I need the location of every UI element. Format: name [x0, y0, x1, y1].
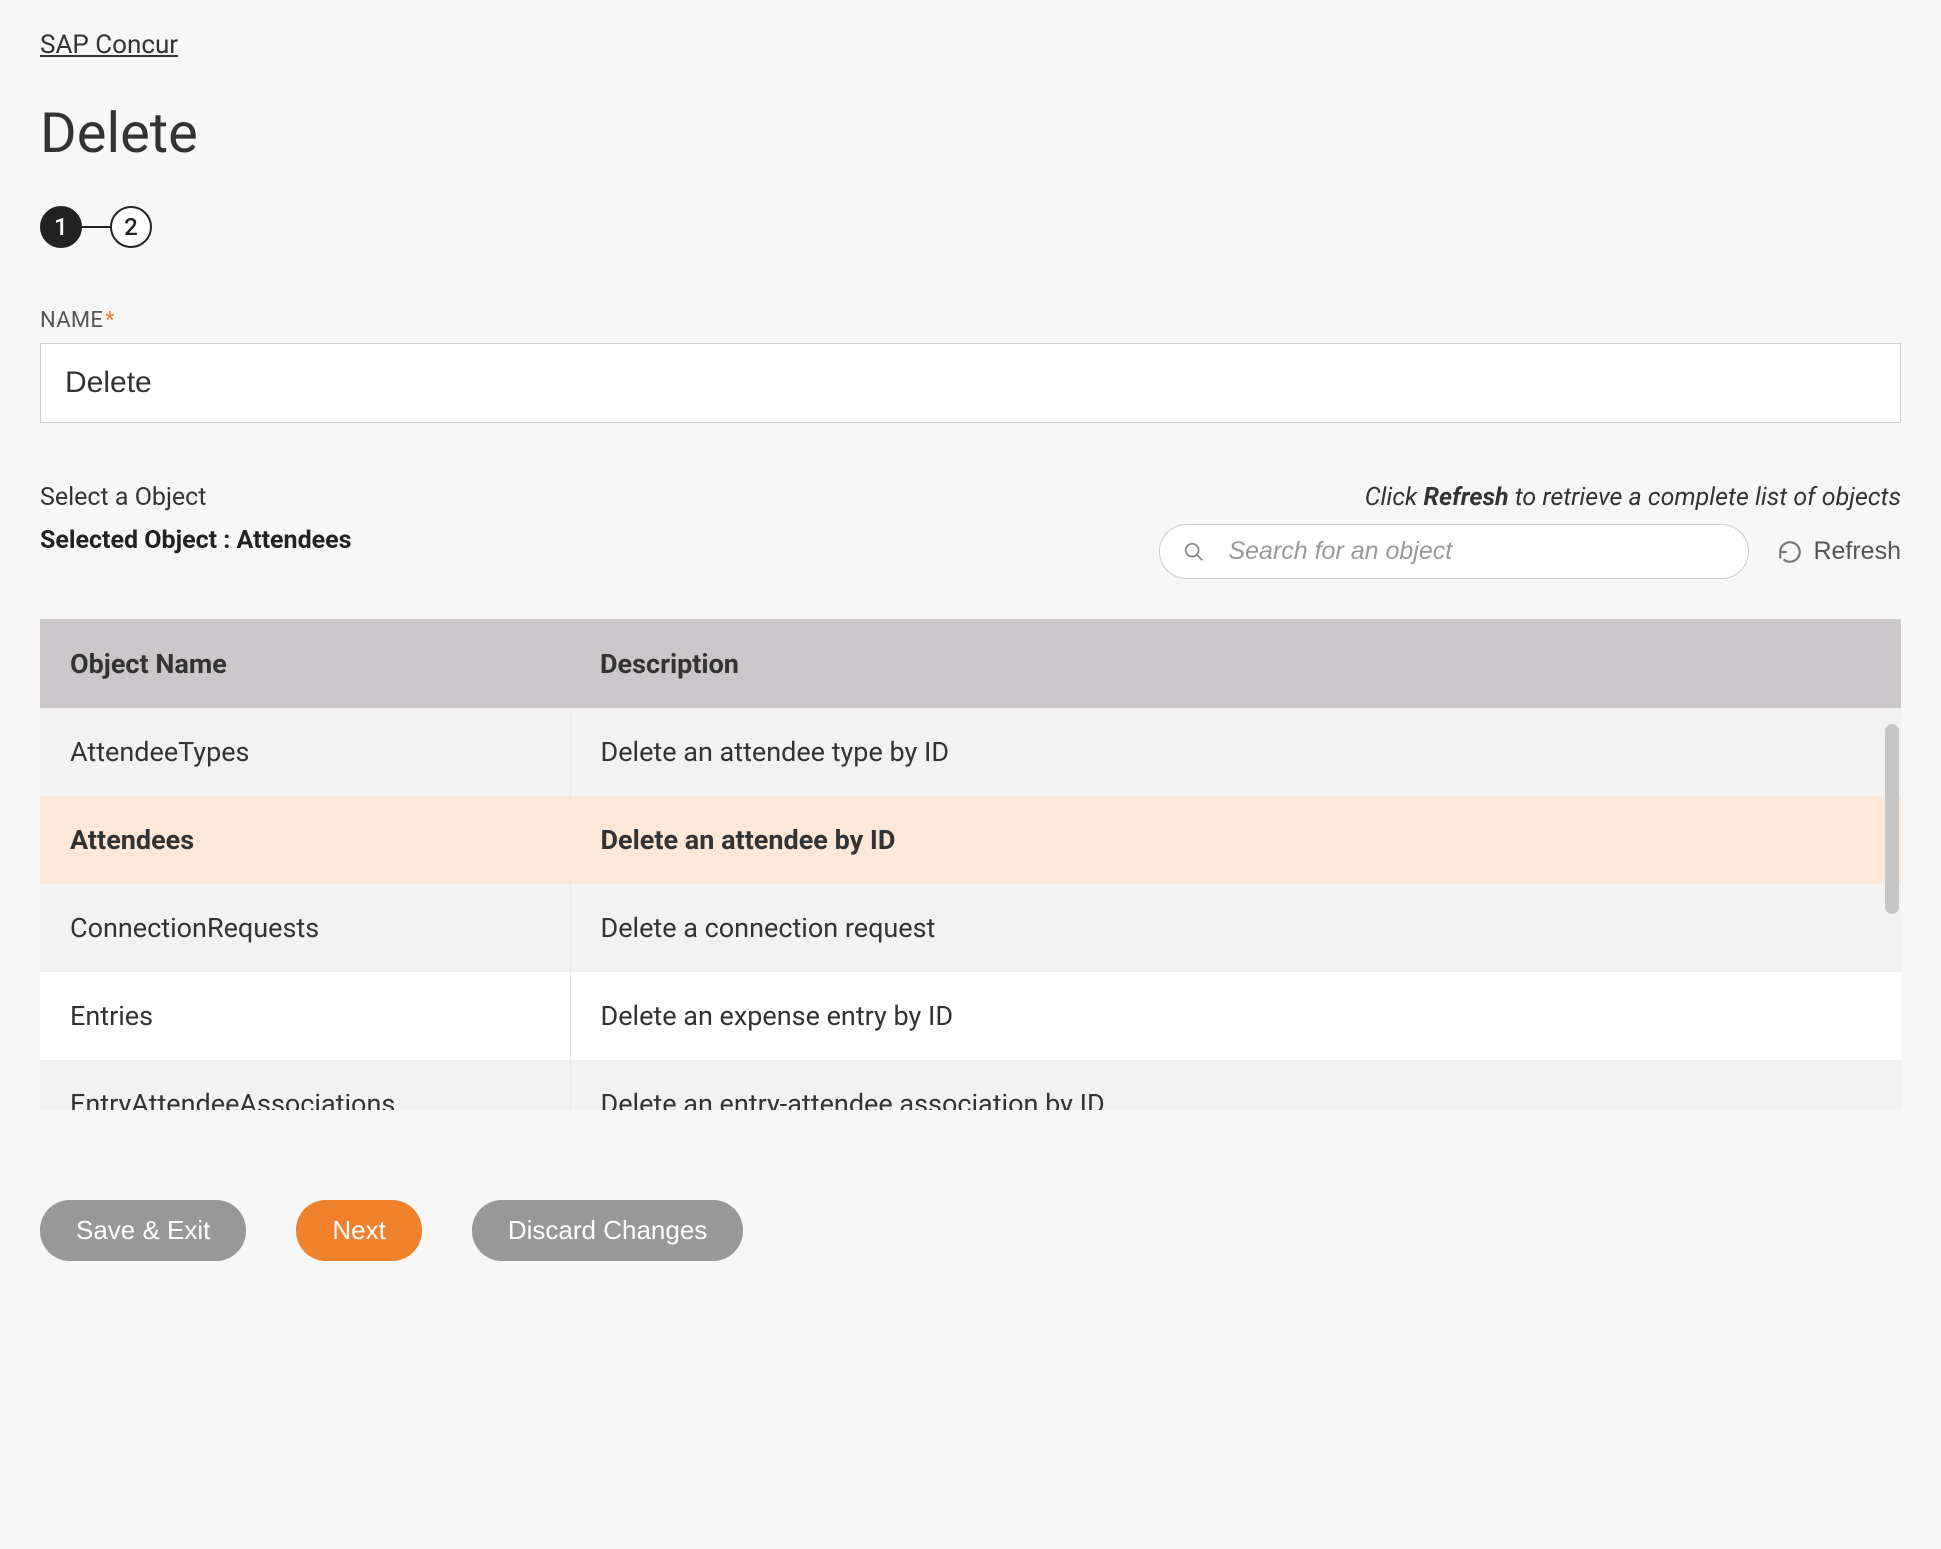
save-exit-button[interactable]: Save & Exit — [40, 1200, 246, 1261]
refresh-hint-bold: Refresh — [1423, 483, 1508, 512]
table-cell-description: Delete a connection request — [570, 884, 1901, 972]
search-wrapper — [1159, 524, 1749, 579]
object-table-wrap: Object Name Description AttendeeTypesDel… — [40, 619, 1901, 1110]
discard-button[interactable]: Discard Changes — [472, 1200, 743, 1261]
step-2[interactable]: 2 — [110, 206, 152, 248]
refresh-button[interactable]: Refresh — [1777, 537, 1901, 566]
table-row[interactable]: EntryAttendeeAssociationsDelete an entry… — [40, 1060, 1901, 1110]
table-header-description: Description — [570, 620, 1901, 708]
refresh-hint: Click Refresh to retrieve a complete lis… — [1159, 483, 1901, 512]
selected-object-value: Attendees — [237, 526, 352, 555]
name-input[interactable] — [40, 343, 1901, 423]
required-asterisk: * — [105, 308, 115, 333]
step-1[interactable]: 1 — [40, 206, 82, 248]
table-row[interactable]: AttendeeTypesDelete an attendee type by … — [40, 708, 1901, 796]
selected-object-display: Selected Object : Attendees — [40, 526, 352, 555]
table-cell-name: ConnectionRequests — [40, 884, 570, 972]
table-cell-name: EntryAttendeeAssociations — [40, 1060, 570, 1110]
selected-object-prefix: Selected Object : — [40, 526, 237, 555]
table-row[interactable]: ConnectionRequestsDelete a connection re… — [40, 884, 1901, 972]
table-cell-description: Delete an expense entry by ID — [570, 972, 1901, 1060]
refresh-hint-post: to retrieve a complete list of objects — [1509, 483, 1901, 512]
page-title: Delete — [40, 100, 1901, 166]
table-cell-description: Delete an attendee by ID — [570, 796, 1901, 884]
table-row[interactable]: EntriesDelete an expense entry by ID — [40, 972, 1901, 1060]
name-field-label: NAME* — [40, 308, 1901, 333]
scrollbar-thumb[interactable] — [1885, 724, 1899, 914]
refresh-button-label: Refresh — [1813, 537, 1901, 566]
select-object-label: Select a Object — [40, 483, 352, 512]
breadcrumb-sap-concur[interactable]: SAP Concur — [40, 30, 178, 60]
object-table-scroll[interactable]: Object Name Description AttendeeTypesDel… — [40, 620, 1901, 1110]
name-label-text: NAME — [40, 308, 103, 333]
table-cell-name: AttendeeTypes — [40, 708, 570, 796]
object-table: Object Name Description AttendeeTypesDel… — [40, 620, 1901, 1110]
next-button[interactable]: Next — [296, 1200, 421, 1261]
table-cell-description: Delete an entry-attendee association by … — [570, 1060, 1901, 1110]
footer-buttons: Save & Exit Next Discard Changes — [40, 1200, 1901, 1261]
table-cell-name: Entries — [40, 972, 570, 1060]
refresh-hint-pre: Click — [1365, 483, 1424, 512]
object-search-input[interactable] — [1159, 524, 1749, 579]
table-cell-name: Attendees — [40, 796, 570, 884]
refresh-icon — [1777, 539, 1803, 565]
table-header-name: Object Name — [40, 620, 570, 708]
search-icon — [1183, 541, 1205, 563]
table-cell-description: Delete an attendee type by ID — [570, 708, 1901, 796]
table-row[interactable]: AttendeesDelete an attendee by ID — [40, 796, 1901, 884]
stepper: 1 2 — [40, 206, 1901, 248]
step-connector — [82, 226, 110, 228]
